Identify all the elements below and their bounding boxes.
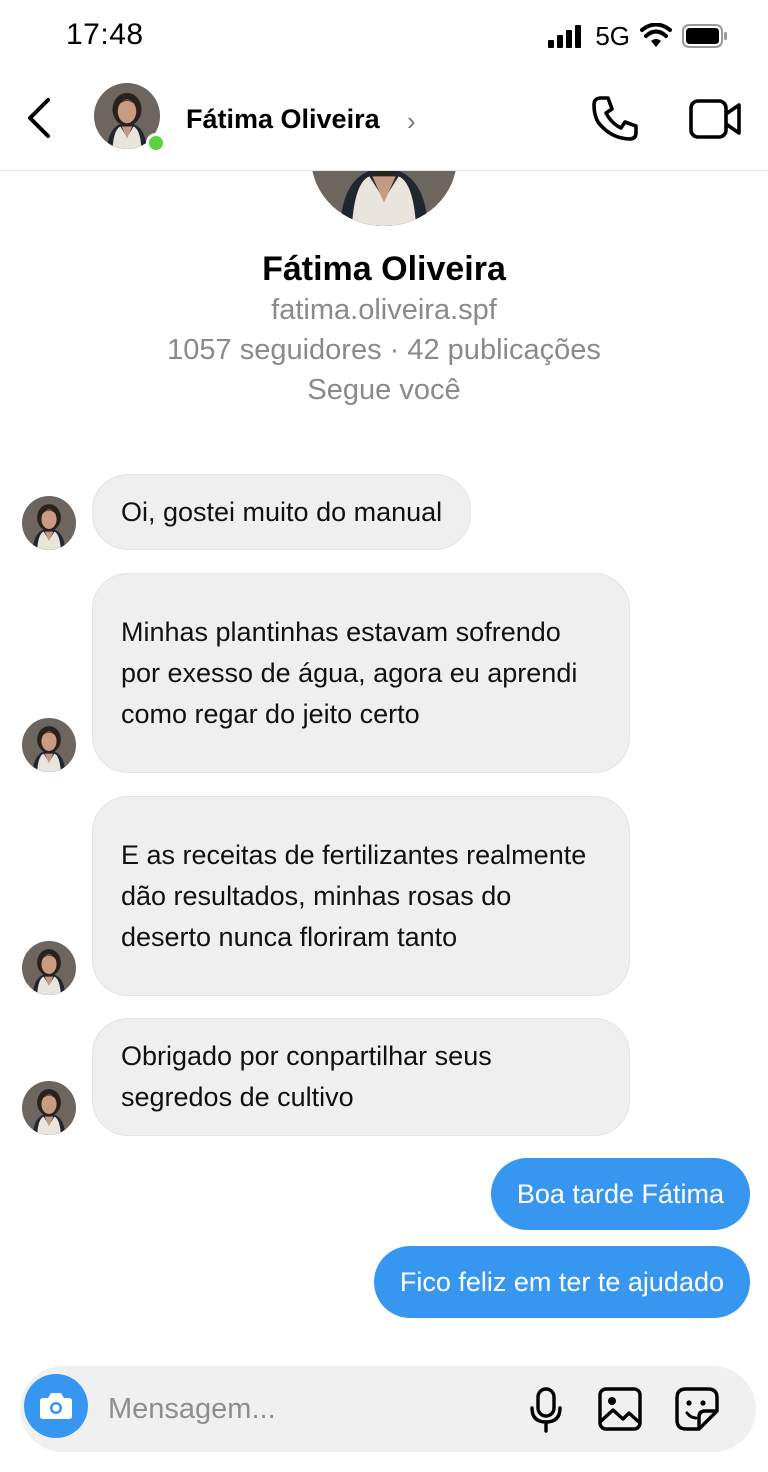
voice-call-button[interactable]	[590, 94, 640, 144]
profile-handle: fatima.oliveira.spf	[271, 294, 497, 326]
follows-you-label: Segue você	[307, 374, 461, 406]
status-time: 17:48	[66, 18, 144, 51]
message-input[interactable]	[108, 1388, 488, 1430]
message-composer	[20, 1366, 756, 1452]
profile-name: Fátima Oliveira	[262, 250, 506, 288]
camera-button[interactable]	[24, 1374, 88, 1438]
sticker-button[interactable]	[674, 1386, 720, 1432]
profile-stats: 1057 seguidores · 42 publicações	[167, 334, 601, 366]
voice-message-button[interactable]	[526, 1386, 566, 1434]
battery-icon	[682, 24, 727, 48]
outgoing-message[interactable]: Fico feliz em ter te ajudado	[373, 1246, 750, 1318]
wifi-icon	[640, 23, 672, 47]
back-button[interactable]	[22, 94, 62, 142]
gallery-button[interactable]	[597, 1386, 643, 1432]
camera-icon	[40, 1393, 72, 1419]
message-avatar[interactable]	[22, 718, 76, 772]
chat-header: Fátima Oliveira ›	[0, 74, 768, 171]
chevron-right-icon: ›	[407, 106, 416, 136]
sticker-icon	[675, 1387, 719, 1431]
message-avatar[interactable]	[22, 496, 76, 550]
message-avatar[interactable]	[22, 941, 76, 995]
outgoing-message[interactable]: Boa tarde Fátima	[490, 1158, 750, 1230]
message-avatar[interactable]	[22, 1081, 76, 1135]
chat-screen: 17:48 5G Fátima Oliveira › Fátima Olivei…	[0, 0, 768, 1472]
incoming-message[interactable]: Oi, gostei muito do manual	[92, 474, 472, 550]
network-type: 5G	[595, 20, 630, 51]
status-indicators: 5G	[548, 20, 728, 52]
incoming-message[interactable]: Obrigado por conpartilhar seus segredos …	[92, 1018, 630, 1136]
video-call-button[interactable]	[688, 96, 742, 142]
incoming-message[interactable]: Minhas plantinhas estavam sofrendo por e…	[92, 573, 630, 773]
back-icon	[28, 98, 50, 138]
video-icon	[689, 99, 741, 139]
online-status-indicator	[146, 133, 166, 153]
phone-icon	[592, 96, 638, 141]
gallery-icon	[598, 1387, 642, 1431]
status-bar: 17:48 5G	[0, 0, 768, 74]
header-contact-name[interactable]: Fátima Oliveira	[186, 104, 380, 135]
mic-icon	[530, 1387, 562, 1433]
signal-icon	[548, 24, 582, 48]
incoming-message[interactable]: E as receitas de fertilizantes realmente…	[92, 796, 630, 996]
